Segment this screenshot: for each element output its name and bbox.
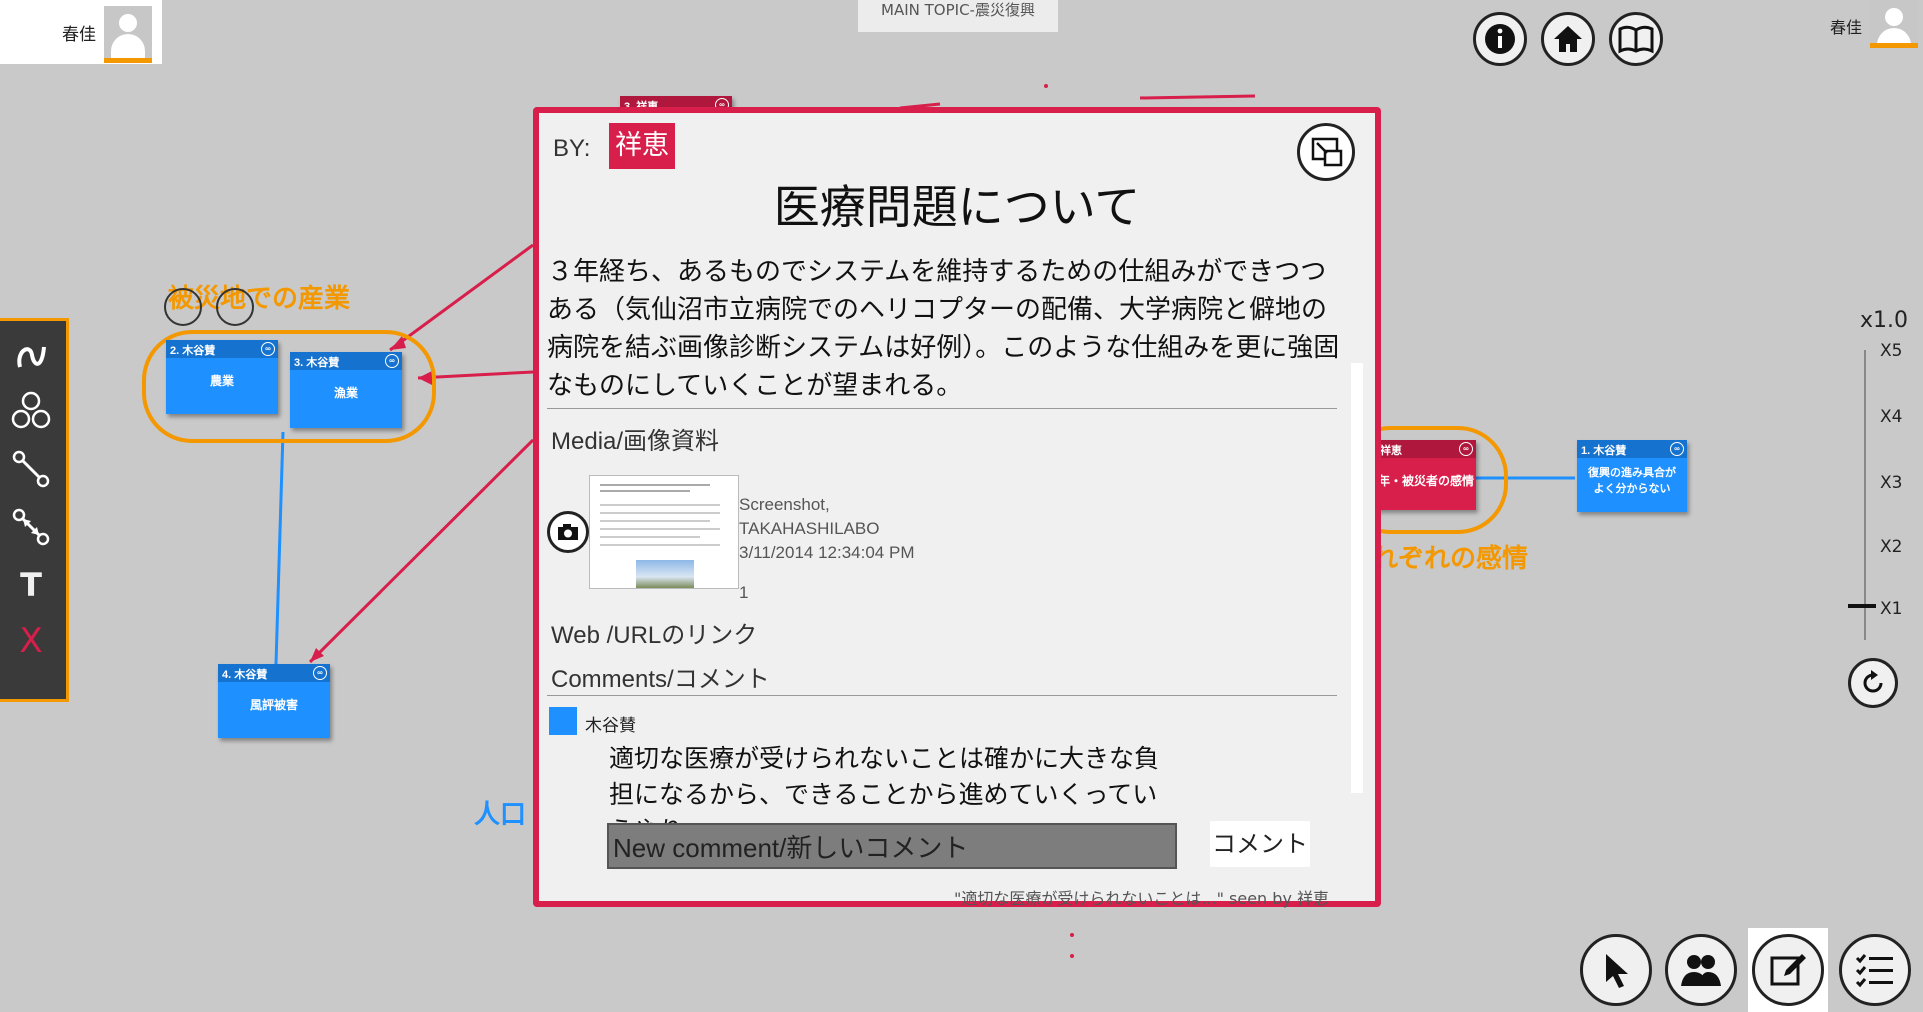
divider: [547, 408, 1337, 409]
node-body: 年・被災者の感情: [1377, 474, 1474, 488]
home-icon: [1554, 26, 1582, 52]
book-button[interactable]: [1609, 12, 1663, 66]
media-count: 1: [739, 583, 749, 602]
scrollbar[interactable]: [1351, 363, 1363, 793]
node-body: 復興の進み具合が よく分からない: [1588, 467, 1676, 495]
zoom-slider[interactable]: [1864, 350, 1866, 640]
idea-node[interactable]: 3. 木谷賛 ∞ 漁業: [290, 352, 402, 428]
book-icon: [1618, 25, 1654, 54]
media-timestamp: 3/11/2014 12:34:04 PM: [739, 543, 915, 562]
double-connector-tool[interactable]: [8, 505, 54, 549]
text-tool[interactable]: T: [8, 563, 54, 607]
double-connector-icon: [12, 508, 50, 546]
link-icon: ∞: [313, 666, 327, 680]
group-population-label: 人口: [474, 799, 527, 829]
circles-icon: [11, 391, 51, 429]
link-icon: ∞: [1459, 442, 1473, 456]
circles-tool[interactable]: [8, 389, 54, 433]
media-label: Media/画像資料: [551, 428, 720, 455]
home-button[interactable]: [1541, 12, 1595, 66]
author-name: 祥恵: [609, 123, 675, 169]
current-user-name: 春佳: [62, 25, 96, 45]
delete-icon: X: [19, 621, 43, 661]
main-topic: MAIN TOPIC-震災復興: [858, 0, 1058, 32]
node-body: 風評被害: [249, 698, 298, 712]
freehand-tool[interactable]: [8, 333, 54, 377]
info-icon: [1485, 24, 1515, 54]
avatar: [104, 6, 152, 63]
other-user[interactable]: 春佳: [1820, 0, 1923, 48]
minimize-icon: [1311, 137, 1343, 167]
avatar: [1870, 0, 1918, 48]
text-icon: T: [20, 566, 42, 604]
pointer-icon: [1606, 954, 1628, 988]
freehand-icon: [17, 346, 46, 368]
list-icon: [1855, 954, 1893, 988]
zoom-tick[interactable]: X4: [1880, 407, 1902, 427]
node-header: 4. 木谷賛: [222, 669, 268, 681]
media-title: Screenshot,: [739, 495, 830, 514]
new-comment-input[interactable]: [607, 823, 1177, 869]
node-body: 漁業: [333, 386, 358, 400]
idea-body: ３年経ち、あるものでシステムを維持するための仕組みができつつある（気仙沼市立病院…: [547, 257, 1340, 401]
web-link-label[interactable]: Web /URLのリンク: [551, 615, 757, 650]
current-user[interactable]: 春佳: [0, 0, 162, 64]
zoom-tick[interactable]: X1: [1880, 599, 1902, 619]
node-header: 2. 木谷賛: [170, 345, 216, 357]
idea-node[interactable]: 4. 木谷賛 ∞ 風評被害: [218, 664, 330, 738]
users-button[interactable]: [1665, 934, 1737, 1006]
zoom-level: x1.0: [1860, 308, 1909, 333]
seen-by-status: "適切な医療が受けられないことは..." seen by 祥恵: [953, 889, 1329, 908]
delete-tool[interactable]: X: [8, 619, 54, 663]
zoom-tick[interactable]: X2: [1880, 537, 1902, 557]
other-user-name: 春佳: [1830, 18, 1863, 37]
node-header: 3. 木谷賛: [294, 357, 340, 369]
comment-group-icon[interactable]: [216, 288, 254, 326]
zoom-tick[interactable]: X3: [1880, 473, 1902, 493]
comment-user: 木谷賛: [585, 716, 636, 736]
pointer-button[interactable]: [1580, 934, 1652, 1006]
tool-palette: T X: [0, 318, 69, 702]
camera-icon: [558, 524, 578, 540]
link-icon: ∞: [261, 342, 275, 356]
idea-node[interactable]: 祥恵 ∞ 年・被災者の感情: [1376, 440, 1476, 510]
node-header: 1. 木谷賛: [1581, 445, 1627, 457]
reset-zoom-button[interactable]: [1848, 658, 1898, 708]
connector-tool[interactable]: [8, 447, 54, 491]
media-author: TAKAHASHILABO: [739, 519, 880, 538]
link-icon: ∞: [385, 354, 399, 368]
submit-comment-button[interactable]: コメント: [1210, 821, 1310, 867]
idea-node[interactable]: 2. 木谷賛 ∞ 農業: [166, 340, 278, 414]
zoom-handle[interactable]: [1848, 604, 1876, 608]
idea-node[interactable]: 1. 木谷賛 ∞ 復興の進み具合が よく分からない: [1577, 440, 1687, 512]
idea-detail-modal: BY: 祥恵 医療問題について ３年経ち、あるものでシステムを維持するための仕組…: [533, 107, 1381, 908]
zoom-tick[interactable]: X5: [1880, 341, 1902, 361]
author-label: BY:: [553, 135, 591, 162]
media-thumbnail[interactable]: [589, 475, 739, 589]
divider: [547, 695, 1337, 696]
list-button[interactable]: [1839, 934, 1911, 1006]
users-icon: [1681, 955, 1721, 986]
edit-icon: [1770, 954, 1806, 986]
link-icon: ∞: [1670, 442, 1684, 456]
group-emotion-label: れぞれの感情: [1372, 543, 1529, 573]
comment-avatar: [549, 707, 577, 735]
node-header: 祥恵: [1380, 445, 1402, 457]
edit-group-icon[interactable]: [164, 288, 202, 326]
edit-button[interactable]: [1752, 934, 1824, 1006]
camera-button[interactable]: [547, 511, 589, 553]
connector-icon: [12, 450, 50, 488]
node-body: 農業: [209, 374, 234, 388]
idea-title: 医療問題について: [773, 180, 1141, 234]
info-button[interactable]: [1473, 12, 1527, 66]
reset-icon: [1863, 670, 1883, 693]
comments-label: Comments/コメント: [551, 666, 770, 693]
